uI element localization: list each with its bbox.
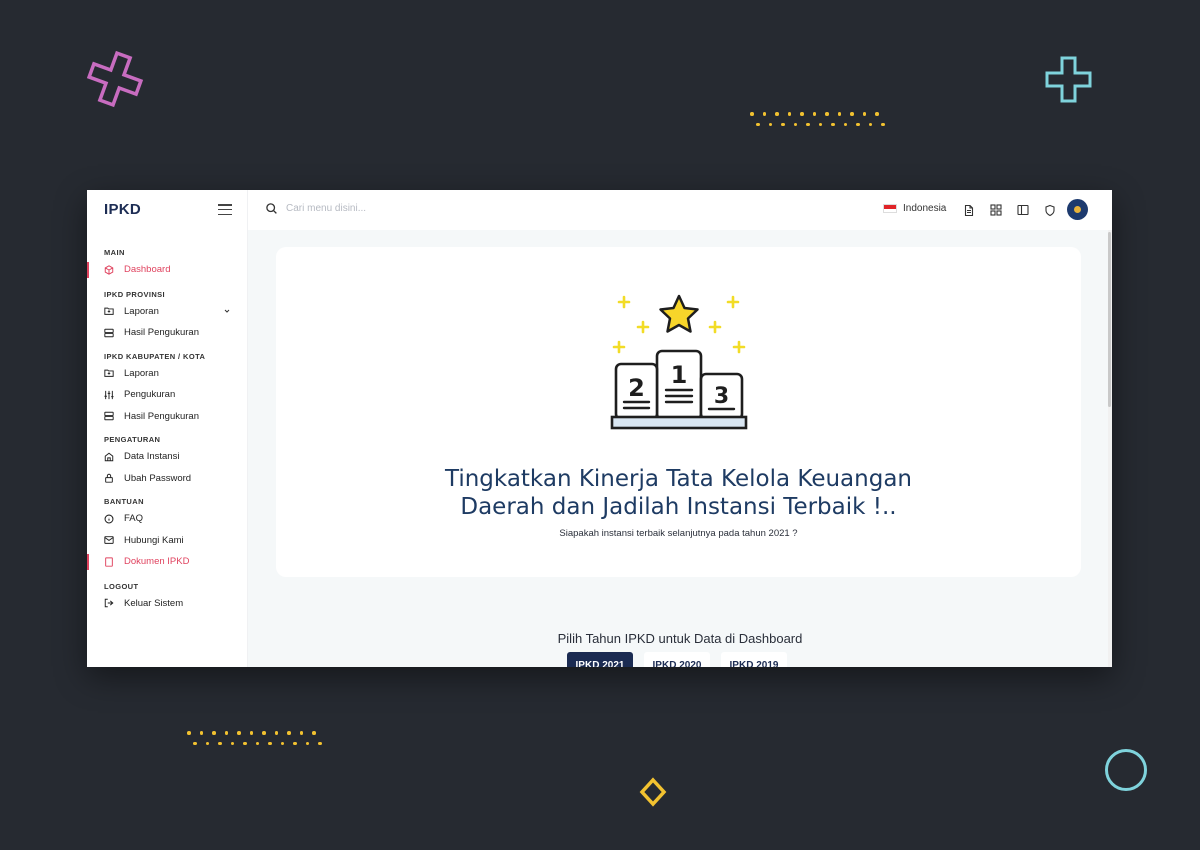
mail-icon	[104, 535, 114, 545]
book-icon	[104, 557, 114, 567]
sidebar-item-label: Laporan	[124, 367, 159, 379]
info-icon	[104, 514, 114, 524]
sidebar-item-label: Hasil Pengukuran	[124, 410, 199, 422]
server-icon	[104, 411, 114, 421]
sidebar-item-pengukuran[interactable]: Pengukuran	[87, 384, 248, 406]
section-title: BANTUAN	[104, 497, 144, 506]
main-content: 2 1 3 Tingkatkan Kinerja Tata Kelola Keu…	[248, 230, 1112, 667]
sidebar-item-label: Data Instansi	[124, 451, 180, 463]
hero-card: 2 1 3 Tingkatkan Kinerja Tata Kelola Keu…	[276, 247, 1081, 577]
server-icon	[104, 328, 114, 338]
circle-outline-icon	[1105, 749, 1147, 791]
folder-plus-icon	[104, 368, 114, 378]
sidebar-item-hasil-pengukuran-provinsi[interactable]: Hasil Pengukuran	[87, 322, 248, 344]
sidebar-item-label: Keluar Sistem	[124, 597, 184, 609]
podium-number: 1	[671, 361, 688, 389]
year-button-2020[interactable]: IPKD 2020	[644, 652, 710, 667]
shield-icon[interactable]	[1043, 203, 1057, 217]
menu-toggle-button[interactable]	[218, 204, 232, 216]
chevron-down-icon[interactable]	[223, 307, 231, 315]
sidebar-layout-icon[interactable]	[1016, 203, 1030, 217]
folder-plus-icon	[104, 306, 114, 316]
year-button-2021[interactable]: IPKD 2021	[567, 652, 633, 667]
hero-subtitle: Siapakah instansi terbaik selanjutnya pa…	[559, 528, 798, 539]
app-window: IPKD MAIN Dashboard IPKD PROVINSI Lapora…	[87, 190, 1112, 667]
language-selector[interactable]: Indonesia	[883, 203, 946, 214]
sidebar-item-dashboard[interactable]: Dashboard	[87, 259, 248, 281]
hero-headline: Tingkatkan Kinerja Tata Kelola Keuangan …	[276, 465, 1081, 521]
podium-number: 2	[628, 374, 645, 402]
sidebar-item-ubah-password[interactable]: Ubah Password	[87, 468, 248, 490]
sidebar-item-label: Dashboard	[124, 264, 171, 276]
hero-headline-line1: Tingkatkan Kinerja Tata Kelola Keuangan	[445, 466, 912, 492]
lock-icon	[104, 473, 114, 483]
indonesia-flag-icon	[883, 204, 897, 213]
sidebar-item-laporan-kabupaten[interactable]: Laporan	[87, 363, 248, 385]
avatar[interactable]	[1067, 199, 1088, 220]
sidebar-item-hubungi-kami[interactable]: Hubungi Kami	[87, 530, 248, 552]
sidebar-item-hasil-pengukuran-kabupaten[interactable]: Hasil Pengukuran	[87, 406, 248, 428]
sidebar-item-label: Hubungi Kami	[124, 534, 184, 546]
document-icon[interactable]	[962, 203, 976, 217]
sidebar-nav: MAIN Dashboard IPKD PROVINSI Laporan Has…	[87, 247, 248, 614]
podium-number: 3	[714, 384, 729, 409]
scrollbar[interactable]	[1108, 230, 1112, 667]
sidebar-item-label: Laporan	[124, 305, 159, 317]
section-title: MAIN	[104, 248, 125, 257]
sidebar-item-label: Hasil Pengukuran	[124, 327, 199, 339]
sidebar-item-label: FAQ	[124, 513, 144, 525]
dot-pattern-bottom	[187, 731, 331, 745]
search-icon	[266, 203, 277, 214]
sidebar-item-keluar-sistem[interactable]: Keluar Sistem	[87, 593, 248, 615]
hero-headline-line2: Daerah dan Jadilah Instansi Terbaik !..	[460, 494, 897, 520]
section-title: IPKD KABUPATEN / KOTA	[104, 351, 206, 361]
year-selector: IPKD 2021 IPKD 2020 IPKD 2019	[567, 652, 798, 667]
plus-outline-cyan-icon	[1045, 56, 1092, 103]
sidebar: IPKD MAIN Dashboard IPKD PROVINSI Lapora…	[87, 190, 248, 667]
diamond-outline-icon	[639, 777, 667, 807]
sidebar-item-label: Dokumen IPKD	[124, 556, 190, 568]
sidebar-item-label: Ubah Password	[124, 472, 192, 484]
section-title: LOGOUT	[104, 581, 139, 591]
podium-trophy-illustration: 2 1 3	[610, 294, 748, 430]
brand-logo[interactable]: IPKD	[104, 201, 141, 218]
log-out-icon	[104, 598, 114, 608]
year-button-2019[interactable]: IPKD 2019	[721, 652, 787, 667]
box-icon	[104, 265, 114, 275]
dot-pattern-top	[750, 112, 894, 126]
year-selector-title: Pilih Tahun IPKD untuk Data di Dashboard	[557, 631, 803, 646]
plus-outline-pink-icon	[86, 50, 144, 108]
topbar: Indonesia	[248, 190, 1112, 230]
home-icon	[104, 452, 114, 462]
search-bar	[265, 202, 486, 215]
sidebar-item-laporan-provinsi[interactable]: Laporan	[87, 301, 248, 323]
sidebar-item-label: Pengukuran	[124, 389, 176, 401]
language-label: Indonesia	[903, 203, 947, 214]
sidebar-item-data-instansi[interactable]: Data Instansi	[87, 446, 248, 468]
sliders-icon	[104, 390, 114, 400]
section-title: IPKD PROVINSI	[104, 289, 166, 299]
grid-icon[interactable]	[989, 203, 1003, 217]
section-title: PENGATURAN	[104, 435, 161, 444]
sidebar-item-dokumen-ipkd[interactable]: Dokumen IPKD	[87, 551, 248, 573]
search-input[interactable]	[286, 203, 486, 214]
sidebar-item-faq[interactable]: FAQ	[87, 508, 248, 530]
